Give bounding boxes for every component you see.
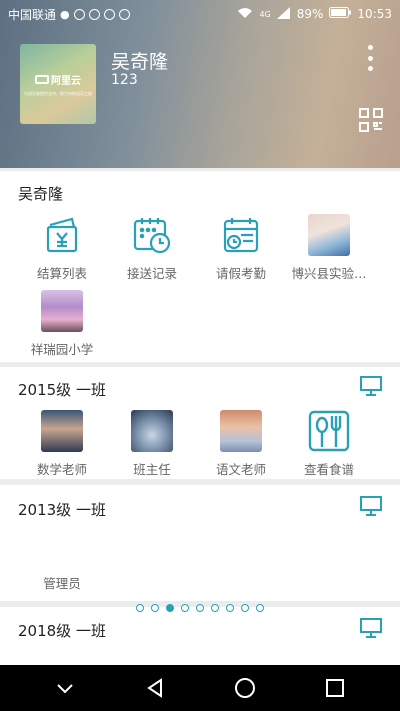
leave-calendar-icon <box>219 213 263 257</box>
page-dot[interactable] <box>241 604 249 612</box>
monitor-icon[interactable] <box>360 376 382 396</box>
school-avatar <box>40 289 84 333</box>
item-label: 语文老师 <box>215 462 266 477</box>
teacher-avatar <box>41 410 83 452</box>
item-label: 接送记录 <box>126 266 177 281</box>
home-icon[interactable] <box>230 673 260 703</box>
item-label: 管理员 <box>43 576 81 591</box>
calendar-clock-icon <box>130 213 174 257</box>
fork-spoon-icon <box>307 409 351 453</box>
user-name: 吴奇隆 <box>111 51 169 73</box>
teacher-avatar <box>131 410 173 452</box>
class-card-2013: 2013级 一班 管理员 <box>0 485 400 601</box>
battery-percent: 89% <box>296 7 324 21</box>
billing-list-item[interactable]: 结算列表 <box>17 213 107 282</box>
pickup-record-item[interactable]: 接送记录 <box>107 213 197 282</box>
battery-icon <box>329 7 352 21</box>
cover-slogan: 为成功者提供支持，助力你的成功之路 <box>24 90 92 96</box>
leave-attendance-item[interactable]: 请假考勤 <box>196 213 286 282</box>
avatar[interactable]: 阿里云 为成功者提供支持，助力你的成功之路 <box>20 44 96 124</box>
carrier-label: 中国联通 <box>8 7 57 22</box>
teacher-chinese-item[interactable]: 语文老师 <box>196 409 286 478</box>
monitor-icon[interactable] <box>360 496 382 516</box>
notification-icon <box>103 8 115 20</box>
view-menu-item[interactable]: 查看食谱 <box>284 409 374 478</box>
page-dot[interactable] <box>256 604 264 612</box>
page-dot[interactable] <box>151 604 159 612</box>
class-card-2015: 2015级 一班 数学老师 班主任 语文老师 查看食谱 <box>0 367 400 479</box>
class-title: 2015级 一班 <box>18 381 106 399</box>
chevron-down-icon[interactable] <box>50 673 80 703</box>
wifi-icon <box>237 7 253 22</box>
class-title: 2018级 一班 <box>18 622 106 640</box>
item-label: 博兴县实验… <box>291 266 367 281</box>
system-nav-bar <box>0 665 400 711</box>
recent-apps-icon[interactable] <box>320 673 350 703</box>
item-label: 查看食谱 <box>303 462 354 477</box>
page-dot-active[interactable] <box>166 604 174 612</box>
status-bar: 中国联通 ● 4G 89% 10:53 <box>0 0 400 28</box>
wallet-icon <box>40 213 84 257</box>
head-teacher-item[interactable]: 班主任 <box>107 409 197 478</box>
item-label: 请假考勤 <box>215 266 266 281</box>
back-icon[interactable] <box>140 673 170 703</box>
signal-icon <box>276 6 291 22</box>
profile-card: 吴奇隆 结算列表 接送记录 请假考勤 博兴县实验… 祥瑞园小学 <box>0 171 400 362</box>
page-dot[interactable] <box>181 604 189 612</box>
user-id: 123 <box>111 72 138 88</box>
page-dot[interactable] <box>196 604 204 612</box>
page-dot[interactable] <box>136 604 144 612</box>
school-avatar <box>307 213 351 257</box>
qr-code-icon[interactable] <box>358 107 384 133</box>
more-menu-icon[interactable] <box>364 45 376 71</box>
school-xiangruiyuan-item[interactable]: 祥瑞园小学 <box>17 289 107 358</box>
class-title: 2013级 一班 <box>18 501 106 519</box>
notification-icon <box>118 8 130 20</box>
class-card-2018: 2018级 一班 <box>0 607 400 665</box>
page-dot[interactable] <box>211 604 219 612</box>
notification-icon <box>88 8 100 20</box>
message-icon: ● <box>60 7 70 21</box>
card-title: 吴奇隆 <box>18 185 64 203</box>
page-indicator <box>0 603 400 613</box>
admin-item[interactable]: 管理员 <box>17 573 107 592</box>
page-dot[interactable] <box>226 604 234 612</box>
item-label: 结算列表 <box>36 266 87 281</box>
teacher-avatar <box>220 410 262 452</box>
cover-logo-text: 阿里云 <box>51 75 81 87</box>
clock: 10:53 <box>357 7 392 21</box>
cover-logo: 阿里云 <box>35 72 81 87</box>
monitor-icon[interactable] <box>360 618 382 638</box>
item-label: 祥瑞园小学 <box>30 342 94 357</box>
teacher-math-item[interactable]: 数学老师 <box>17 409 107 478</box>
notification-icon <box>73 8 85 20</box>
school-boxing-item[interactable]: 博兴县实验… <box>284 213 374 282</box>
item-label: 数学老师 <box>36 462 87 477</box>
network-label: 4G <box>259 9 271 19</box>
item-label: 班主任 <box>133 462 171 477</box>
